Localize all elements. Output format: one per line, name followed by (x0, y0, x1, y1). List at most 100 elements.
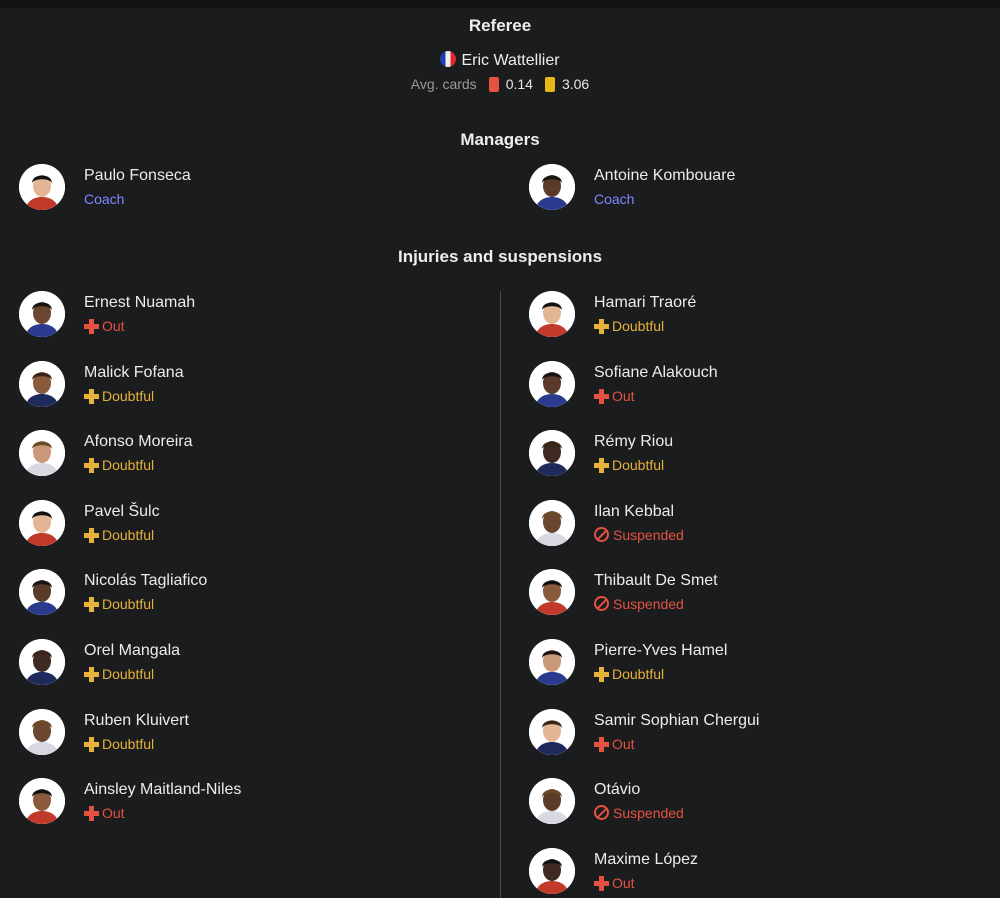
injury-row[interactable]: Pierre-Yves Hamel Doubtful (529, 639, 949, 687)
player-photo-icon (529, 709, 575, 755)
injury-row[interactable]: Ernest Nuamah Out (19, 291, 439, 339)
injury-row[interactable]: Afonso Moreira Doubtful (19, 430, 439, 478)
player-status: Doubtful (84, 596, 154, 612)
injury-row[interactable]: Otávio Suspended (529, 778, 949, 826)
manager-home-avatar (19, 164, 65, 210)
player-status: Doubtful (594, 457, 664, 473)
player-avatar (19, 361, 65, 407)
player-status-label: Doubtful (102, 666, 155, 682)
player-status-label: Doubtful (102, 736, 155, 752)
injury-row[interactable]: Ruben Kluivert Doubtful (19, 709, 439, 757)
injury-row[interactable]: Sofiane Alakouch Out (529, 361, 949, 409)
player-avatar (529, 709, 575, 755)
player-status-label: Out (102, 318, 125, 334)
player-avatar (529, 569, 575, 615)
injury-row[interactable]: Hamari Traoré Doubtful (529, 291, 949, 339)
injury-row[interactable]: Samir Sophian Chergui Out (529, 709, 949, 757)
player-avatar (19, 569, 65, 615)
manager-away-name: Antoine Kombouare (594, 167, 736, 184)
doubtful-cross-icon (84, 528, 99, 543)
injury-cross-icon (84, 319, 99, 334)
player-avatar (19, 430, 65, 476)
injury-row[interactable]: Maxime López Out (529, 848, 949, 896)
player-photo-icon (529, 848, 575, 894)
column-divider (500, 291, 501, 898)
player-status: Out (594, 736, 635, 752)
referee-title: Referee (468, 16, 532, 35)
player-name: Thibault De Smet (594, 572, 718, 589)
injury-row[interactable]: Thibault De Smet Suspended (529, 569, 949, 617)
player-name: Ernest Nuamah (84, 294, 196, 311)
manager-away-avatar (529, 164, 575, 210)
player-name: Rémy Riou (594, 433, 674, 450)
manager-away-role: Coach (594, 191, 635, 207)
doubtful-cross-icon (84, 667, 99, 682)
injury-row[interactable]: Malick Fofana Doubtful (19, 361, 439, 409)
injury-row[interactable]: Nicolás Tagliafico Doubtful (19, 569, 439, 617)
player-status: Out (84, 805, 125, 821)
player-photo-icon (529, 778, 575, 824)
player-name: Ilan Kebbal (594, 503, 675, 520)
player-status: Out (594, 875, 635, 891)
injury-row[interactable]: Pavel Šulc Doubtful (19, 500, 439, 548)
player-avatar (19, 778, 65, 824)
player-photo-icon (19, 709, 65, 755)
player-photo-icon (19, 569, 65, 615)
player-name: Samir Sophian Chergui (594, 712, 760, 729)
player-photo-icon (529, 500, 575, 546)
player-status: Doubtful (594, 666, 664, 682)
player-photo-icon (19, 361, 65, 407)
player-status: Doubtful (594, 318, 664, 334)
manager-away[interactable]: Antoine Kombouare Coach (529, 164, 929, 212)
suspended-icon (594, 527, 609, 542)
avg-cards-label: Avg. cards (410, 76, 477, 92)
france-flag-icon (440, 51, 457, 67)
player-status-label: Doubtful (612, 318, 665, 334)
suspended-icon (594, 596, 609, 611)
referee-avg-cards: Avg. cards 0.14 3.06 (0, 76, 1000, 92)
player-avatar (529, 500, 575, 546)
player-photo-icon (529, 639, 575, 685)
player-avatar (19, 639, 65, 685)
injury-cross-icon (594, 737, 609, 752)
player-status-label: Doubtful (102, 457, 155, 473)
yellow-card-icon (544, 77, 555, 92)
player-name: Otávio (594, 781, 641, 798)
doubtful-cross-icon (594, 319, 609, 334)
player-status-label: Out (612, 736, 635, 752)
doubtful-cross-icon (594, 458, 609, 473)
player-status: Suspended (594, 805, 684, 821)
referee-name: Eric Wattellier (461, 52, 560, 69)
injury-row[interactable]: Orel Mangala Doubtful (19, 639, 439, 687)
doubtful-cross-icon (84, 737, 99, 752)
player-status-label: Doubtful (612, 666, 665, 682)
injury-row[interactable]: Ilan Kebbal Suspended (529, 500, 949, 548)
injury-row[interactable]: Rémy Riou Doubtful (529, 430, 949, 478)
suspended-icon (594, 805, 609, 820)
player-photo-icon (529, 164, 575, 210)
injury-cross-icon (84, 806, 99, 821)
player-avatar (529, 778, 575, 824)
player-status: Doubtful (84, 527, 154, 543)
player-name: Maxime López (594, 851, 699, 868)
player-status: Doubtful (84, 736, 154, 752)
player-avatar (529, 361, 575, 407)
player-status-label: Doubtful (612, 457, 665, 473)
player-name: Sofiane Alakouch (594, 364, 718, 381)
injury-row[interactable]: Ainsley Maitland-Niles Out (19, 778, 439, 826)
managers-title: Managers (460, 130, 540, 149)
player-status-label: Suspended (613, 527, 684, 543)
player-photo-icon (529, 569, 575, 615)
doubtful-cross-icon (84, 389, 99, 404)
manager-home[interactable]: Paulo Fonseca Coach (19, 164, 419, 212)
player-name: Malick Fofana (84, 364, 184, 381)
player-avatar (529, 639, 575, 685)
player-status-label: Out (612, 875, 635, 891)
player-name: Nicolás Tagliafico (84, 572, 208, 589)
injury-cross-icon (594, 876, 609, 891)
player-avatar (19, 709, 65, 755)
player-name: Pierre-Yves Hamel (594, 642, 728, 659)
player-photo-icon (19, 778, 65, 824)
player-avatar (19, 291, 65, 337)
player-status: Suspended (594, 527, 684, 543)
